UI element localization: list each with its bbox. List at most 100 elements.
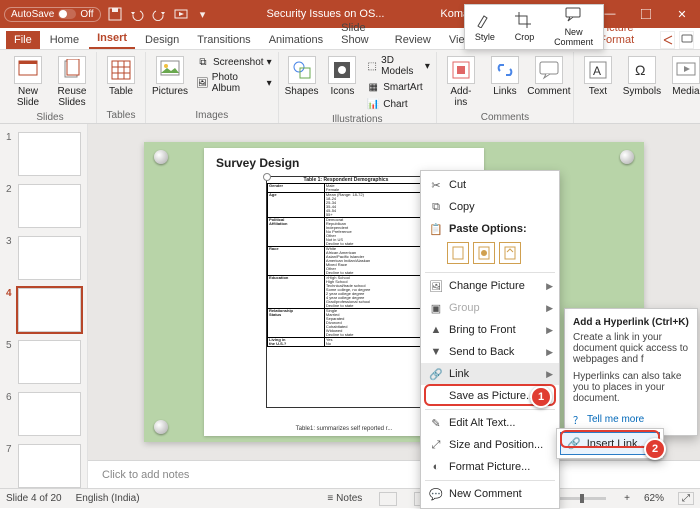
notes-placeholder[interactable]: Click to add notes [88,460,700,488]
selected-picture[interactable]: Table 1: Respondent Demographics GenderM… [266,176,426,408]
redo-icon[interactable] [151,6,167,22]
close-button[interactable]: ✕ [668,0,696,28]
smartart-button[interactable]: ▦SmartArt [364,79,432,95]
zoom-in[interactable]: + [624,493,630,504]
ctx-format-picture[interactable]: ◐Format Picture... [421,456,559,478]
pictures-button[interactable]: Pictures [150,54,190,99]
addins-button[interactable]: Add- ins [441,54,481,110]
reuse-slides-icon [58,56,86,84]
share-button[interactable] [660,31,675,49]
group-label-slides: Slides [8,110,92,123]
tooltip-title: Add a Hyperlink (Ctrl+K) [573,317,689,328]
ctx-group: ▣Group▶ [421,297,559,319]
ctx-bring-front[interactable]: ▲Bring to Front▶ [421,319,559,341]
screenshot-button[interactable]: ⧉Screenshot ▾ [194,54,274,70]
chart-button[interactable]: 📊Chart [364,96,432,112]
status-lang[interactable]: English (India) [76,493,140,504]
autosave-toggle[interactable]: AutoSave Off [4,7,101,22]
paste-option-1[interactable] [447,242,469,264]
thumb-7[interactable]: 7 [6,444,81,488]
ctx-edit-alt[interactable]: ✎Edit Alt Text... [421,412,559,434]
send-back-icon: ▼ [429,345,443,359]
tab-home[interactable]: Home [42,31,87,49]
new-slide-icon [14,56,42,84]
paste-option-3[interactable] [499,242,521,264]
document-title: Security Issues on OS... [211,8,441,20]
ctx-link[interactable]: 🔗Link▶ [421,363,559,385]
cube-icon: ⬚ [366,59,378,73]
ctx-new-comment[interactable]: 💬New Comment [421,483,559,505]
tab-insert[interactable]: Insert [89,29,135,49]
tab-animations[interactable]: Animations [261,31,331,49]
comments-button[interactable] [679,31,694,49]
comment-button[interactable]: Comment [529,54,569,99]
reuse-slides-button[interactable]: Reuse Slides [52,54,92,110]
ctx-size-position[interactable]: ⤢Size and Position... [421,434,559,456]
start-from-beginning-icon[interactable] [173,6,189,22]
links-button[interactable]: Links [485,54,525,99]
fit-window-button[interactable]: ⤢ [678,492,694,505]
thumbnail-pane[interactable]: 1 2 3 4 5 6 7 [0,124,88,488]
autosave-label: AutoSave [11,9,54,20]
text-button[interactable]: AText [578,54,618,99]
size-icon: ⤢ [429,438,443,452]
mini-toolbar: Style Crop New Comment [464,4,604,50]
change-picture-icon: 🖼 [429,279,443,293]
undo-icon[interactable] [129,6,145,22]
scissors-icon: ✂ [429,178,443,192]
pictures-icon [156,56,184,84]
ctx-paste-header: 📋Paste Options: [421,218,559,240]
chart-icon: 📊 [366,97,380,111]
tab-transitions[interactable]: Transitions [189,31,258,49]
svg-text:A: A [593,64,601,78]
tooltip-body2: Hyperlinks can also take you to places i… [573,371,689,404]
ctx-send-back[interactable]: ▼Send to Back▶ [421,341,559,363]
tab-file[interactable]: File [6,31,40,49]
photo-album-button[interactable]: 🖼Photo Album ▾ [194,71,274,95]
save-icon[interactable] [107,6,123,22]
links-icon [491,56,519,84]
group-icon: ▣ [429,301,443,315]
group-label-tables: Tables [101,108,141,121]
slide-caption: Table1: summarizes self reported r... [296,426,393,432]
paste-option-2[interactable] [473,242,495,264]
new-slide-button[interactable]: New Slide [8,54,48,110]
qat-dropdown-icon[interactable]: ▾ [195,6,211,22]
status-notes[interactable]: ≡ Notes [327,493,362,504]
ctx-change-picture[interactable]: 🖼Change Picture▶ [421,275,559,297]
tab-slideshow[interactable]: Slide Show [333,19,385,49]
bring-front-icon: ▲ [429,323,443,337]
thumb-2[interactable]: 2 [6,184,81,228]
normal-view-button[interactable] [379,492,397,506]
tab-review[interactable]: Review [387,31,439,49]
ctx-copy[interactable]: ⧉Copy [421,196,559,218]
thumb-5[interactable]: 5 [6,340,81,384]
ctx-cut[interactable]: ✂Cut [421,174,559,196]
autosave-state: Off [80,9,93,20]
smartart-icon: ▦ [366,80,380,94]
tab-design[interactable]: Design [137,31,187,49]
style-button[interactable]: Style [475,12,495,42]
3d-models-button[interactable]: ⬚3D Models ▾ [364,54,432,78]
symbols-button[interactable]: ΩSymbols [622,54,662,99]
crop-button[interactable]: Crop [515,12,535,42]
new-comment-button[interactable]: New Comment [554,7,593,47]
demographics-table: GenderMale Female AgeMean (Range: 18-72)… [267,183,425,347]
thumb-4[interactable]: 4 [6,288,81,332]
media-button[interactable]: Media [666,54,700,99]
table-button[interactable]: Table [101,54,141,99]
tell-me-more-link[interactable]: ？Tell me more [573,412,689,427]
symbols-icon: Ω [628,56,656,84]
status-slide: Slide 4 of 20 [6,493,62,504]
shapes-button[interactable]: Shapes [283,54,321,99]
toggle-icon [58,9,76,19]
slide-title: Survey Design [216,156,472,170]
pushpin-icon [620,150,634,164]
zoom-value[interactable]: 62% [644,493,664,504]
link-icon: 🔗 [429,367,443,381]
help-icon: ？ [573,412,583,427]
icons-button[interactable]: Icons [325,54,361,99]
thumb-3[interactable]: 3 [6,236,81,280]
thumb-1[interactable]: 1 [6,132,81,176]
thumb-6[interactable]: 6 [6,392,81,436]
